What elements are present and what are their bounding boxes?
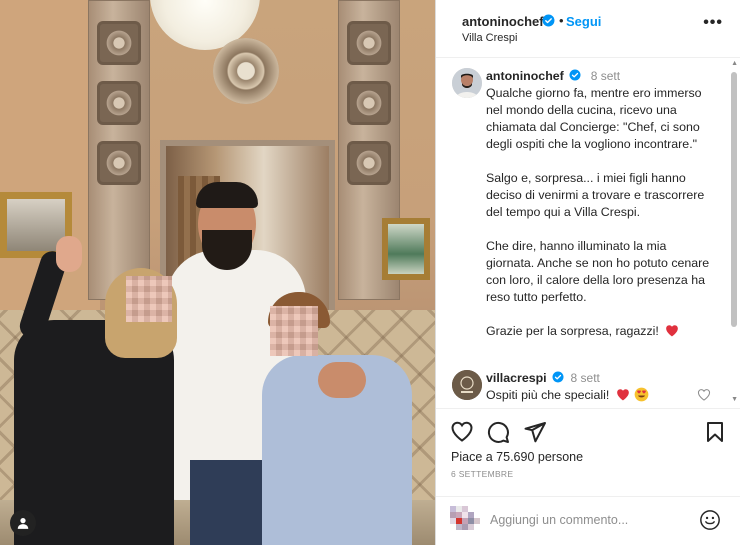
post-photo[interactable] bbox=[0, 0, 435, 545]
comment-text: Ospiti più che speciali! bbox=[486, 388, 610, 402]
blurred-face bbox=[126, 276, 172, 322]
save-bookmark-icon[interactable] bbox=[703, 420, 727, 444]
follow-button[interactable]: Segui bbox=[566, 14, 601, 29]
caption-paragraph: Grazie per la sorpresa, ragazzi! bbox=[486, 324, 659, 338]
post-actions: Piace a 75.690 persone 6 SETTEMBRE bbox=[436, 408, 740, 496]
verified-badge-icon bbox=[552, 371, 564, 383]
wall-medallion bbox=[213, 38, 279, 104]
heart-eyes-emoji-icon bbox=[634, 387, 649, 402]
caption-time[interactable]: 8 sett bbox=[591, 69, 620, 83]
comment-input[interactable] bbox=[490, 510, 690, 530]
scrollbar-thumb[interactable] bbox=[731, 72, 737, 327]
more-options-button[interactable]: ••• bbox=[703, 14, 723, 32]
tagged-users-button[interactable] bbox=[10, 510, 36, 536]
like-comment-heart-icon[interactable] bbox=[697, 388, 711, 401]
author-username[interactable]: antoninochef bbox=[462, 14, 544, 29]
caption-author[interactable]: antoninochef bbox=[486, 69, 564, 83]
comment-time[interactable]: 8 sett bbox=[571, 371, 600, 385]
blurred-face bbox=[270, 306, 318, 356]
caption-paragraph: Salgo e, sorpresa... i miei figli hanno … bbox=[486, 171, 705, 219]
caption-paragraph: Che dire, hanno illuminato la mia giorna… bbox=[486, 239, 710, 304]
comment: villacrespi 8 sett Ospiti più che specia… bbox=[486, 370, 718, 404]
verified-badge-icon bbox=[569, 69, 581, 81]
verified-badge-icon bbox=[542, 14, 555, 27]
scroll-up-arrow-icon[interactable]: ▲ bbox=[731, 60, 738, 67]
red-heart-emoji-icon bbox=[666, 325, 679, 337]
add-comment-bar bbox=[436, 496, 740, 545]
scroll-down-arrow-icon[interactable]: ▼ bbox=[731, 396, 738, 403]
separator-dot: • bbox=[559, 13, 564, 28]
share-paper-plane-icon[interactable] bbox=[523, 420, 547, 444]
comment-bubble-icon[interactable] bbox=[486, 420, 510, 444]
post-date[interactable]: 6 SETTEMBRE bbox=[451, 469, 513, 479]
author-avatar[interactable] bbox=[452, 68, 482, 98]
red-heart-emoji-icon bbox=[616, 389, 629, 401]
framed-picture-right bbox=[382, 218, 430, 280]
post-location[interactable]: Villa Crespi bbox=[462, 32, 517, 44]
emoji-picker-icon[interactable] bbox=[699, 509, 721, 531]
like-heart-icon[interactable] bbox=[450, 420, 474, 444]
post-sidebar: antoninochef • Segui Villa Crespi ••• an… bbox=[435, 0, 740, 545]
user-icon bbox=[17, 518, 29, 529]
comment-author[interactable]: villacrespi bbox=[486, 371, 547, 385]
commenter-avatar[interactable] bbox=[452, 370, 482, 400]
caption-paragraph: Qualche giorno fa, mentre ero immerso ne… bbox=[486, 86, 702, 151]
caption: antoninochef 8 sett Qualche giorno fa, m… bbox=[486, 68, 718, 340]
post-header: antoninochef • Segui Villa Crespi ••• bbox=[436, 0, 740, 58]
comments-panel[interactable]: antoninochef 8 sett Qualche giorno fa, m… bbox=[436, 58, 740, 408]
likes-count[interactable]: Piace a 75.690 persone bbox=[451, 450, 583, 464]
ornate-pilaster-left bbox=[88, 0, 150, 300]
current-user-avatar bbox=[450, 506, 480, 530]
